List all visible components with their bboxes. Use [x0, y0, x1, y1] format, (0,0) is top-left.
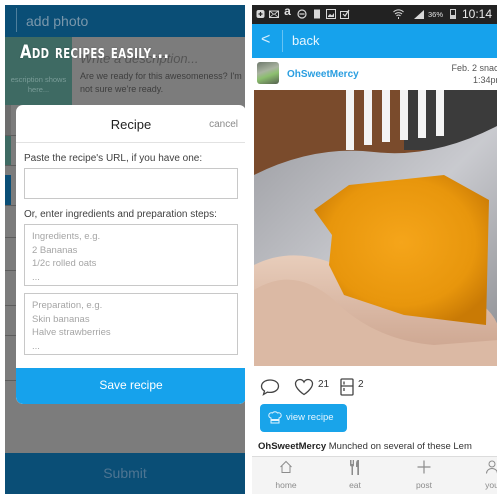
background-strip [5, 175, 11, 205]
avatar[interactable] [257, 62, 279, 84]
amazon-icon: a [284, 5, 291, 18]
fork-knife-icon [325, 460, 385, 478]
battery-percent: 36% [428, 10, 444, 19]
caption-username[interactable]: OhSweetMercy [258, 441, 326, 452]
post-time: 1:34pm [472, 75, 497, 85]
left-screenshot-panel: add photo escription shows here... Write… [5, 5, 245, 494]
divider [282, 30, 283, 52]
divider [16, 8, 17, 32]
heart-icon[interactable] [294, 378, 314, 401]
url-label: Paste the recipe's URL, if you have one: [24, 153, 203, 164]
save-recipe-button[interactable]: Save recipe [16, 368, 245, 404]
submit-label: Submit [103, 465, 147, 481]
recipe-modal-header: Recipe cancel [16, 105, 245, 143]
person-icon [462, 460, 497, 477]
add-photo-button[interactable]: add photo [26, 13, 88, 29]
plus-box-icon [256, 9, 265, 19]
tab-post-label: post [415, 480, 433, 490]
description-preview-text: escription shows here... [10, 75, 67, 94]
post-username[interactable]: OhSweetMercy [287, 69, 359, 80]
clock: 10:14 [462, 7, 493, 21]
chef-hat-icon [268, 411, 282, 429]
recipe-url-input[interactable] [24, 168, 238, 199]
description-body-text[interactable]: Are we ready for this awesomeness? I'm n… [80, 70, 245, 96]
fridge-icon[interactable] [340, 378, 354, 401]
post-meta: Feb. 2 snack 1:34pm [451, 62, 497, 86]
plus-icon [394, 460, 454, 477]
save-recipe-label: Save recipe [99, 378, 163, 392]
manual-entry-label: Or, enter ingredients and preparation st… [24, 209, 217, 220]
add-photo-bar: add photo [5, 5, 245, 37]
tab-eat[interactable]: eat [325, 457, 385, 494]
do-not-disturb-icon [297, 9, 307, 19]
wifi-icon [393, 9, 404, 19]
status-bar: a 36% 10:14 [252, 5, 497, 24]
promo-caption: Add recipes easily... [20, 41, 170, 63]
nav-bar: < back [252, 24, 497, 58]
post-header: OhSweetMercy Feb. 2 snack 1:34pm [252, 58, 497, 90]
cancel-button[interactable]: cancel [209, 119, 238, 130]
image-icon [326, 9, 336, 19]
right-screenshot-panel: a 36% 10:14 < back OhSweetMercy Feb. 2 s… [252, 5, 497, 494]
post-photo[interactable] [254, 90, 497, 366]
phone-icon [312, 9, 321, 19]
preparation-input[interactable]: Preparation, e.g. Skin bananas Halve str… [24, 293, 238, 355]
background-strip [5, 135, 11, 165]
signal-icon [414, 9, 424, 19]
view-recipe-button[interactable]: view recipe [260, 404, 347, 432]
home-icon [256, 460, 316, 477]
tab-home[interactable]: home [256, 457, 316, 494]
ingredients-placeholder: Ingredients, e.g. 2 Bananas 1/2c rolled … [32, 231, 101, 283]
post-meal: Feb. 2 snack [451, 63, 497, 73]
saves-count: 2 [358, 379, 364, 390]
battery-icon [450, 9, 456, 19]
mail-icon [269, 9, 279, 19]
tab-you-label: you [485, 480, 497, 490]
ingredients-input[interactable]: Ingredients, e.g. 2 Bananas 1/2c rolled … [24, 224, 238, 286]
comment-icon[interactable] [260, 378, 280, 401]
view-recipe-label: view recipe [286, 412, 334, 423]
tab-eat-label: eat [349, 480, 361, 490]
tab-home-label: home [275, 480, 297, 490]
post-actions: 21 2 view recipe OhSweetMercy Munched on… [252, 366, 497, 456]
tab-post[interactable]: post [394, 457, 454, 494]
preparation-placeholder: Preparation, e.g. Skin bananas Halve str… [32, 300, 111, 352]
photo-check-icon [340, 9, 350, 19]
recipe-modal: Recipe cancel Paste the recipe's URL, if… [16, 105, 245, 404]
background-strip [5, 105, 11, 135]
back-button[interactable]: back [292, 33, 319, 48]
likes-count: 21 [318, 379, 330, 390]
post-caption: OhSweetMercy Munched on several of these… [258, 441, 472, 452]
tab-you[interactable]: you [462, 457, 497, 494]
submit-button[interactable]: Submit [5, 453, 245, 494]
caption-text: Munched on several of these Lem [328, 441, 472, 452]
chevron-left-icon[interactable]: < [261, 31, 270, 49]
bottom-tab-bar: home eat post you [252, 456, 497, 494]
